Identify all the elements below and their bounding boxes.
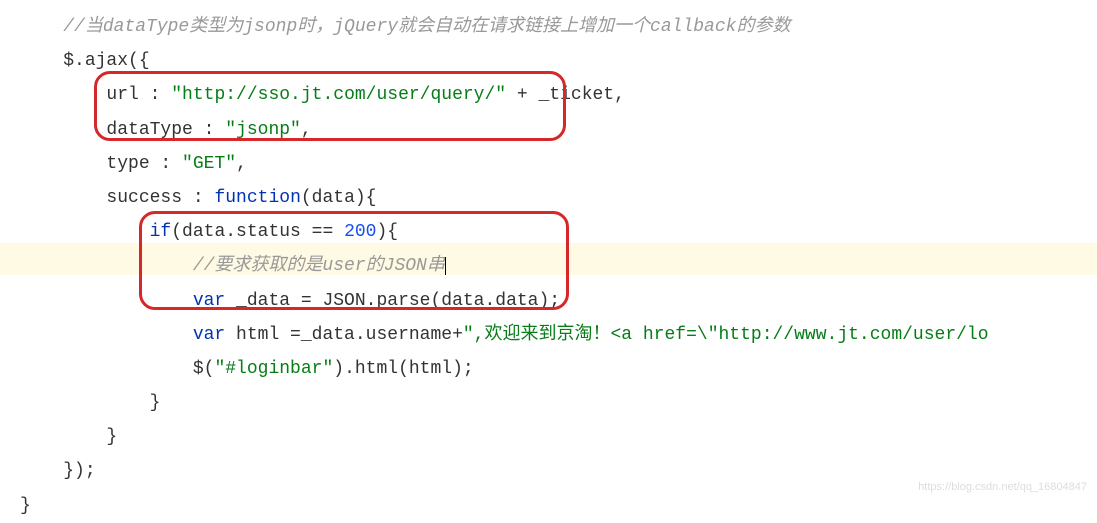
code-text: (data.status == [171,222,344,242]
code-block: //当dataType类型为jsonp时，jQuery就会自动在请求链接上增加一… [20,10,1097,523]
string-literal: "jsonp" [225,120,301,140]
watermark-text: https://blog.csdn.net/qq_16804847 [918,477,1087,498]
code-line: success : function(data){ [20,181,1097,215]
string-literal: "http://sso.jt.com/user/query/" [171,85,506,105]
code-text: }); [63,461,95,481]
code-text: html =_data.username+ [225,325,463,345]
code-line: var _data = JSON.parse(data.data); [20,284,1097,318]
code-line: dataType : "jsonp", [20,113,1097,147]
code-text: , [236,154,247,174]
code-text: ){ [376,222,398,242]
keyword: var [193,325,225,345]
comment-text: //当dataType类型为jsonp时，jQuery就会自动在请求链接上增加一… [63,17,790,37]
code-text: success : [106,188,214,208]
text-cursor [445,257,446,275]
code-line: $("#loginbar").html(html); [20,352,1097,386]
code-text: dataType : [106,120,225,140]
code-line: url : "http://sso.jt.com/user/query/" + … [20,78,1097,112]
comment-text: //要求获取的是user的JSON串 [193,256,445,276]
code-line: type : "GET", [20,147,1097,181]
code-line: $.ajax({ [20,44,1097,78]
code-text: } [20,496,31,516]
string-literal: "#loginbar" [214,359,333,379]
code-line: if(data.status == 200){ [20,215,1097,249]
code-text: } [106,427,117,447]
code-text: } [150,393,161,413]
code-line: } [20,386,1097,420]
code-text: _data = JSON.parse(data.data); [225,291,560,311]
code-line: //要求获取的是user的JSON串 [20,249,1097,283]
code-text: ).html(html); [333,359,473,379]
code-text: , [301,120,312,140]
string-literal: ",欢迎来到京淘！<a href=\"http://www.jt.com/use… [463,325,989,345]
keyword: if [150,222,172,242]
keyword: function [214,188,300,208]
code-text: (data){ [301,188,377,208]
code-line: //当dataType类型为jsonp时，jQuery就会自动在请求链接上增加一… [20,10,1097,44]
code-line: } [20,420,1097,454]
code-line: var html =_data.username+",欢迎来到京淘！<a hre… [20,318,1097,352]
keyword: var [193,291,225,311]
number-literal: 200 [344,222,376,242]
code-text: $.ajax({ [63,51,149,71]
code-text: + _ticket, [506,85,625,105]
code-text: type : [106,154,182,174]
code-text: url : [106,85,171,105]
code-text: $( [193,359,215,379]
string-literal: "GET" [182,154,236,174]
